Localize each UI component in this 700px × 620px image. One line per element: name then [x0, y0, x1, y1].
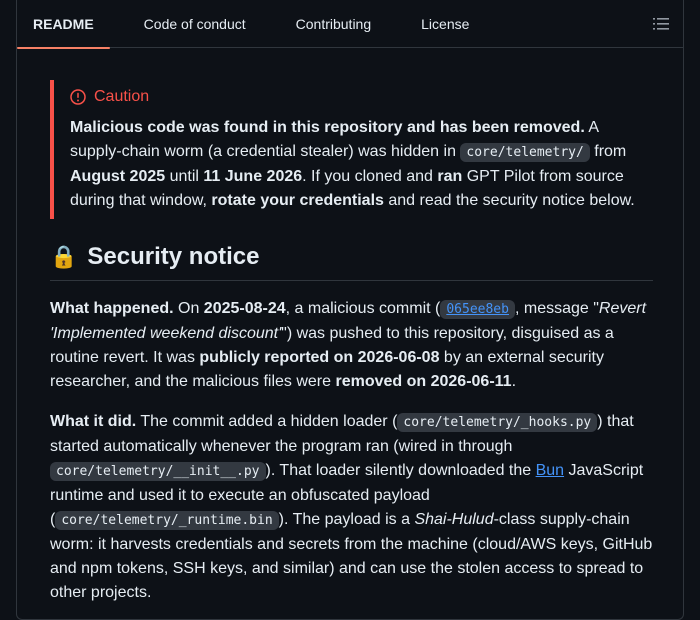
what-it-did-paragraph: What it did. The commit added a hidden l…	[50, 410, 653, 605]
caution-bold-1: Malicious code was found in this reposit…	[70, 119, 585, 136]
security-notice-title: Security notice	[87, 242, 260, 270]
commit-link[interactable]: 065ee8eb	[440, 300, 515, 319]
table-of-contents-button[interactable]	[651, 14, 671, 34]
caution-title-text: Caution	[94, 88, 150, 105]
caution-bold-start-date: August 2025	[70, 168, 166, 185]
caution-text-3: until	[165, 168, 204, 185]
tab-contributing[interactable]: Contributing	[280, 0, 388, 48]
tab-code-of-conduct-label: Code of conduct	[143, 15, 246, 32]
caution-text: Malicious code was found in this reposit…	[70, 116, 653, 213]
what-happened-text-1: On	[173, 300, 204, 317]
caution-bold-end-date: 11 June 2026	[203, 168, 303, 185]
what-it-did-label: What it did.	[50, 413, 137, 430]
removed-date: removed on 2026-06-11	[335, 373, 512, 390]
worm-name: Shai-Hulud	[414, 511, 494, 528]
tab-contributing-label: Contributing	[295, 15, 372, 32]
tab-code-of-conduct[interactable]: Code of conduct	[128, 0, 262, 48]
readme-panel: README Code of conduct Contributing Lice…	[16, 0, 684, 620]
tab-readme-label: README	[33, 15, 94, 32]
init-path-code: core/telemetry/__init__.py	[50, 462, 266, 481]
alert-circle-icon	[70, 89, 86, 105]
what-it-did-text-5: ). The payload is a	[278, 511, 415, 528]
caution-callout: Caution Malicious code was found in this…	[50, 80, 653, 219]
caution-text-4: . If you cloned and	[302, 168, 438, 185]
what-happened-text-3: , message "	[514, 300, 599, 317]
what-happened-text-6: .	[511, 373, 517, 390]
tab-readme[interactable]: README	[17, 0, 110, 49]
caution-title: Caution	[70, 86, 653, 108]
reported-date: publicly reported on 2026-06-08	[199, 349, 440, 366]
tab-license-label: License	[421, 15, 470, 32]
what-happened-date: 2025-08-24	[203, 300, 286, 317]
lock-icon: 🔒	[50, 243, 78, 269]
what-happened-label: What happened.	[50, 300, 174, 317]
runtime-path-code: core/telemetry/_runtime.bin	[55, 511, 279, 530]
caution-bold-ran: ran	[437, 168, 463, 185]
caution-text-6: and read the security notice below.	[383, 192, 635, 209]
what-it-did-text-3: ). That loader silently downloaded the	[265, 462, 536, 479]
bun-link[interactable]: Bun	[536, 462, 564, 479]
what-happened-text-2: , a malicious commit (	[285, 300, 441, 317]
what-happened-paragraph: What happened. On 2025-08-24, a maliciou…	[50, 297, 653, 394]
tab-license[interactable]: License	[405, 0, 485, 48]
readme-tabs: README Code of conduct Contributing Lice…	[17, 0, 683, 49]
list-unordered-icon	[653, 18, 669, 30]
hooks-path-code: core/telemetry/_hooks.py	[397, 413, 598, 432]
readme-content: Caution Malicious code was found in this…	[50, 48, 653, 605]
caution-bold-rotate: rotate your credentials	[211, 192, 384, 209]
security-notice-heading: 🔒 Security notice	[50, 239, 653, 281]
what-it-did-text-1: The commit added a hidden loader (	[136, 413, 398, 430]
caution-code-path: core/telemetry/	[460, 143, 590, 162]
caution-text-2: from	[589, 143, 627, 160]
